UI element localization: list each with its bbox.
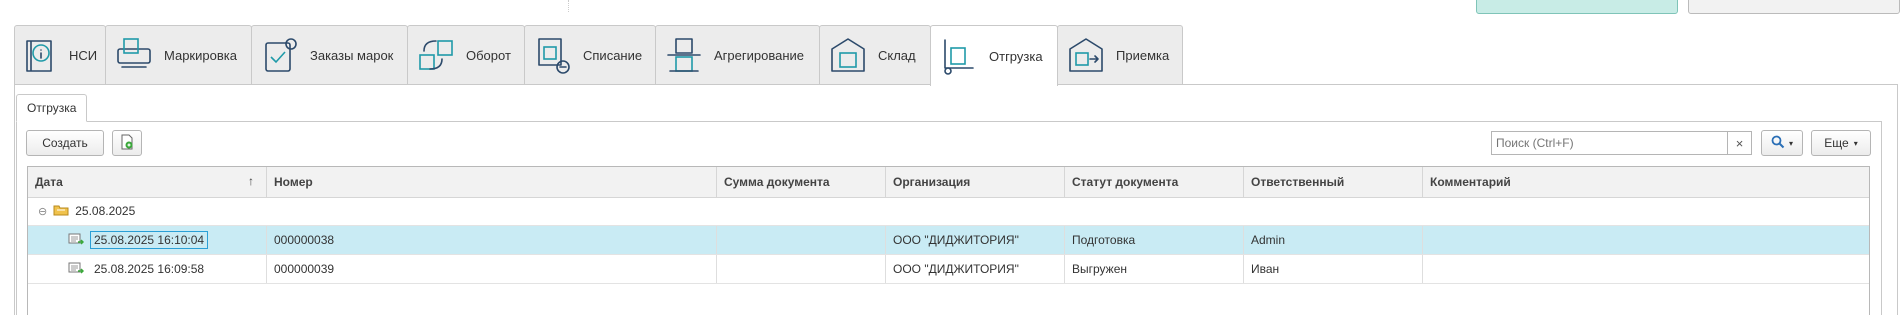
column-header-date[interactable]: Дата ↑ — [28, 167, 267, 197]
aggregation-boxes-icon — [662, 33, 706, 77]
order-checklist-icon — [258, 33, 302, 77]
column-label: Дата — [35, 175, 63, 189]
book-info-icon — [21, 33, 61, 77]
column-header-comment[interactable]: Комментарий — [1423, 167, 1869, 197]
tab-label: Оборот — [466, 47, 511, 63]
warehouse-icon — [826, 33, 870, 77]
tab-label: НСИ — [69, 47, 98, 63]
column-header-sum[interactable]: Сумма документа — [717, 167, 886, 197]
sum-cell — [717, 255, 886, 283]
shipment-cart-icon — [937, 34, 981, 78]
tab-warehouse[interactable]: Склад — [819, 25, 931, 84]
status-cell: Выгружен — [1065, 255, 1244, 283]
number-cell: 000000039 — [267, 255, 717, 283]
more-button[interactable]: Еще ▾ — [1811, 130, 1871, 156]
tab-turnover[interactable]: Оборот — [407, 25, 525, 84]
turnover-arrows-icon — [414, 33, 458, 77]
tab-label: Заказы марок — [310, 47, 394, 63]
group-cell: ⊖ 25.08.2025 — [28, 197, 135, 225]
top-toolbar-remnant — [0, 0, 1903, 22]
document-icon — [68, 261, 85, 278]
table-row[interactable]: 25.08.2025 16:09:58 000000039 ООО "ДИДЖИ… — [28, 255, 1869, 284]
responsible-cell: Иван — [1244, 255, 1423, 283]
top-action-button-2[interactable] — [1688, 0, 1900, 14]
table-row[interactable]: 25.08.2025 16:10:04 000000038 ООО "ДИДЖИ… — [28, 226, 1869, 255]
tab-marking[interactable]: Маркировка — [105, 25, 252, 84]
tab-label: Списание — [583, 47, 643, 63]
tab-writeoff[interactable]: Списание — [524, 25, 656, 84]
search-options-button[interactable]: ▾ — [1761, 130, 1803, 156]
sum-cell — [717, 226, 886, 254]
chevron-down-icon: ▾ — [1788, 138, 1793, 148]
group-label: 25.08.2025 — [75, 204, 136, 218]
column-header-status[interactable]: Статут документа — [1065, 167, 1244, 197]
date-cell: 25.08.2025 16:09:58 — [28, 255, 267, 283]
tab-nsi[interactable]: НСИ — [14, 25, 106, 84]
tab-receiving[interactable]: Приемка — [1057, 25, 1183, 84]
top-action-button-1[interactable] — [1476, 0, 1678, 14]
tab-label: Отгрузка — [989, 48, 1043, 64]
date-value[interactable]: 25.08.2025 16:10:04 — [90, 231, 209, 249]
section-tabs: НСИ Маркировка Заказы марок Оборот Списа… — [14, 25, 1183, 86]
table-header: Дата ↑ Номер Сумма документа Организация… — [28, 167, 1869, 198]
subtab-shipment[interactable]: Отгрузка — [16, 94, 88, 122]
tab-label: Склад — [878, 47, 916, 63]
organization-cell: ООО "ДИДЖИТОРИЯ" — [886, 255, 1065, 283]
writeoff-box-icon — [531, 33, 575, 77]
column-header-organization[interactable]: Организация — [886, 167, 1065, 197]
search-clear-button[interactable]: × — [1728, 131, 1752, 155]
comment-cell — [1423, 255, 1869, 283]
tab-label: Агрегирование — [714, 47, 804, 63]
number-cell: 000000038 — [267, 226, 717, 254]
receiving-warehouse-icon — [1064, 33, 1108, 77]
column-header-number[interactable]: Номер — [267, 167, 717, 197]
date-cell: 25.08.2025 16:10:04 — [28, 226, 267, 254]
copy-document-icon — [119, 134, 135, 153]
search-input[interactable] — [1491, 131, 1728, 155]
tab-label: Приемка — [1116, 47, 1170, 63]
tab-label: Маркировка — [164, 47, 237, 63]
divider — [568, 0, 569, 12]
comment-cell — [1423, 226, 1869, 254]
folder-icon — [53, 204, 69, 219]
tab-aggregation[interactable]: Агрегирование — [655, 25, 820, 84]
sort-asc-icon: ↑ — [248, 174, 254, 188]
date-value: 25.08.2025 16:09:58 — [94, 262, 205, 276]
column-header-responsible[interactable]: Ответственный — [1244, 167, 1423, 197]
create-button[interactable]: Создать — [26, 130, 104, 156]
organization-cell: ООО "ДИДЖИТОРИЯ" — [886, 226, 1065, 254]
chevron-down-icon: ▾ — [1853, 138, 1858, 148]
copy-button[interactable] — [112, 130, 142, 156]
tab-shipment[interactable]: Отгрузка — [930, 25, 1058, 86]
label-printer-icon — [112, 33, 156, 77]
group-row[interactable]: ⊖ 25.08.2025 — [28, 197, 1869, 226]
more-label: Еще — [1824, 136, 1849, 150]
search-icon — [1771, 135, 1785, 152]
documents-table: Дата ↑ Номер Сумма документа Организация… — [27, 166, 1870, 315]
status-cell: Подготовка — [1065, 226, 1244, 254]
tab-mark-orders[interactable]: Заказы марок — [251, 25, 408, 84]
document-icon — [68, 232, 85, 249]
responsible-cell: Admin — [1244, 226, 1423, 254]
collapse-icon[interactable]: ⊖ — [38, 205, 47, 218]
